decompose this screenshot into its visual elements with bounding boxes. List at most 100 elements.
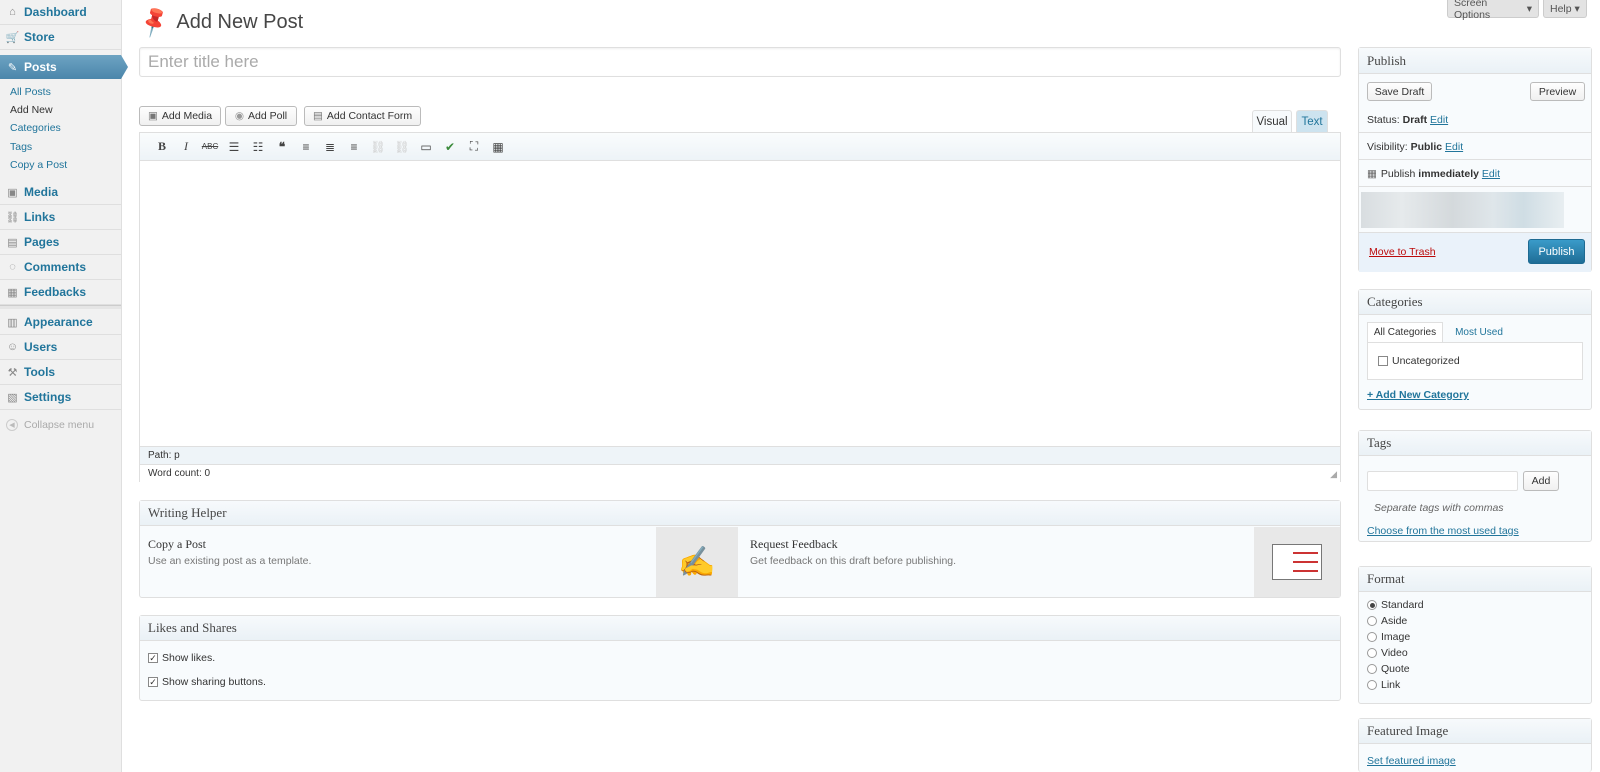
numbered-list-icon[interactable]: ☷ xyxy=(246,137,270,157)
fullscreen-icon[interactable]: ⛶ xyxy=(462,137,486,157)
likes-shares-box: Likes and Shares ✓ Show likes. ✓ Show shar… xyxy=(139,615,1341,701)
format-option-standard[interactable]: Standard xyxy=(1367,599,1424,611)
align-right-icon[interactable]: ≡ xyxy=(342,137,366,157)
spellcheck-icon[interactable]: ✔ xyxy=(438,137,462,157)
submenu-tags[interactable]: Tags xyxy=(10,141,32,153)
tools-icon: ⚒ xyxy=(7,366,18,379)
align-center-icon[interactable]: ≣ xyxy=(318,137,342,157)
category-item[interactable]: Uncategorized xyxy=(1378,355,1460,367)
menu-dashboard[interactable]: ⌂ Dashboard xyxy=(0,0,121,25)
set-featured-image-link[interactable]: Set featured image xyxy=(1367,755,1456,767)
choose-most-used-tags-link[interactable]: Choose from the most used tags xyxy=(1367,525,1519,537)
menu-store[interactable]: 🛒 Store xyxy=(0,25,121,50)
add-media-button[interactable]: ▣ Add Media xyxy=(139,106,221,126)
cart-icon: 🛒 xyxy=(5,31,20,44)
menu-feedbacks[interactable]: ▦ Feedbacks xyxy=(0,280,121,305)
format-radio[interactable] xyxy=(1367,632,1377,642)
menu-appearance[interactable]: ▥ Appearance xyxy=(0,310,121,335)
strikethrough-icon[interactable]: ABC xyxy=(198,137,222,157)
format-option-image[interactable]: Image xyxy=(1367,631,1410,643)
post-title-input[interactable]: Enter title here xyxy=(139,47,1341,77)
publish-box: Publish Save Draft Preview Status: Draft… xyxy=(1358,47,1592,272)
move-to-trash-link[interactable]: Move to Trash xyxy=(1369,246,1436,258)
menu-media[interactable]: ▣ Media xyxy=(0,180,121,205)
tab-visual[interactable]: Visual xyxy=(1252,110,1292,132)
dropdown-arrow-icon: ▾ xyxy=(1574,2,1580,15)
tags-hint: Separate tags with commas xyxy=(1374,502,1504,514)
copy-a-post-option[interactable]: Copy a Post Use an existing post as a te… xyxy=(140,527,656,597)
show-sharing-row[interactable]: ✓ Show sharing buttons. xyxy=(148,676,266,688)
edit-visibility-link[interactable]: Edit xyxy=(1445,141,1463,153)
format-option-aside[interactable]: Aside xyxy=(1367,615,1407,627)
collapse-arrow-icon: ◀ xyxy=(6,419,18,431)
writing-helper-title: Writing Helper xyxy=(140,501,1340,526)
screen-options-tab[interactable]: Screen Options ▾ xyxy=(1447,0,1539,21)
blockquote-icon[interactable]: ❝ xyxy=(270,137,294,157)
add-poll-button[interactable]: ◉ Add Poll xyxy=(225,106,297,126)
category-list: Uncategorized xyxy=(1367,342,1583,380)
page-title: Add New Post xyxy=(176,10,304,33)
italic-icon[interactable]: I xyxy=(174,137,198,157)
menu-tools[interactable]: ⚒ Tools xyxy=(0,360,121,385)
format-radio[interactable] xyxy=(1367,680,1377,690)
writing-helper-box: Writing Helper Copy a Post Use an existi… xyxy=(139,500,1341,598)
align-left-icon[interactable]: ≡ xyxy=(294,137,318,157)
help-tab[interactable]: Help ▾ xyxy=(1543,0,1587,18)
edit-status-link[interactable]: Edit xyxy=(1430,114,1448,126)
add-tag-button[interactable]: Add xyxy=(1523,471,1559,491)
bullet-list-icon[interactable]: ☰ xyxy=(222,137,246,157)
submenu-add-new[interactable]: Add New xyxy=(10,104,53,116)
unlink-icon[interactable]: ⛓ xyxy=(390,137,414,157)
admin-sidebar: ⌂ Dashboard 🛒 Store ✎ Posts All Posts Add N… xyxy=(0,0,128,772)
menu-users[interactable]: ☺ Users xyxy=(0,335,121,360)
menu-comments[interactable]: ◌ Comments xyxy=(0,255,121,280)
content-editor: B I ABC ☰ ☷ ❝ ≡ ≣ ≡ ⛓ ⛓ ▭ ✔ ⛶ ▦ Path: p … xyxy=(139,132,1341,482)
save-draft-button[interactable]: Save Draft xyxy=(1367,82,1432,101)
tab-most-used[interactable]: Most Used xyxy=(1449,322,1509,342)
category-checkbox[interactable] xyxy=(1378,356,1388,366)
edit-schedule-link[interactable]: Edit xyxy=(1482,168,1500,180)
users-icon: ☺ xyxy=(6,341,19,353)
menu-links[interactable]: ⛓ Links xyxy=(0,205,121,230)
tab-text[interactable]: Text xyxy=(1296,110,1328,132)
collapse-menu[interactable]: ◀ Collapse menu xyxy=(6,419,94,431)
format-title: Format xyxy=(1359,567,1591,592)
kitchen-sink-icon[interactable]: ▦ xyxy=(486,137,510,157)
featured-image-box: Featured Image Set featured image xyxy=(1358,718,1592,772)
tags-title: Tags xyxy=(1359,431,1591,456)
publish-button[interactable]: Publish xyxy=(1528,239,1585,264)
tab-all-categories[interactable]: All Categories xyxy=(1367,322,1443,342)
format-radio[interactable] xyxy=(1367,600,1377,610)
add-contact-form-button[interactable]: ▤ Add Contact Form xyxy=(304,106,421,126)
format-radio[interactable] xyxy=(1367,648,1377,658)
format-option-video[interactable]: Video xyxy=(1367,647,1408,659)
dropdown-arrow-icon: ▾ xyxy=(1526,2,1532,15)
menu-pages[interactable]: ▤ Pages xyxy=(0,230,121,255)
insert-link-icon[interactable]: ⛓ xyxy=(366,137,390,157)
show-likes-checkbox[interactable]: ✓ xyxy=(148,653,158,663)
editor-content-area[interactable] xyxy=(140,161,1340,446)
show-likes-row[interactable]: ✓ Show likes. xyxy=(148,652,215,664)
submenu-all-posts[interactable]: All Posts xyxy=(10,86,51,98)
format-option-quote[interactable]: Quote xyxy=(1367,663,1410,675)
settings-icon: ▧ xyxy=(7,391,18,404)
menu-posts[interactable]: ✎ Posts xyxy=(0,55,128,79)
format-box: Format Standard Aside Image Video Quote … xyxy=(1358,566,1592,704)
preview-button[interactable]: Preview xyxy=(1530,82,1585,101)
add-new-category-link[interactable]: + Add New Category xyxy=(1367,389,1469,401)
menu-settings[interactable]: ▧ Settings xyxy=(0,385,121,410)
insert-more-icon[interactable]: ▭ xyxy=(414,137,438,157)
submenu-categories[interactable]: Categories xyxy=(10,122,61,134)
format-option-link[interactable]: Link xyxy=(1367,679,1400,691)
tag-input[interactable] xyxy=(1367,471,1518,491)
format-radio[interactable] xyxy=(1367,616,1377,626)
format-radio[interactable] xyxy=(1367,664,1377,674)
pushpin-icon: 📌 xyxy=(136,3,173,40)
resize-handle-icon[interactable]: ◢ xyxy=(1330,469,1337,480)
status-row: Status: Draft Edit xyxy=(1367,114,1449,126)
show-sharing-checkbox[interactable]: ✓ xyxy=(148,677,158,687)
word-count-bar: Word count: 0 ◢ xyxy=(140,464,1340,482)
bold-icon[interactable]: B xyxy=(150,137,174,157)
request-feedback-option[interactable]: Request Feedback Get feedback on this dr… xyxy=(738,527,1248,597)
submenu-copy-a-post[interactable]: Copy a Post xyxy=(10,159,67,171)
